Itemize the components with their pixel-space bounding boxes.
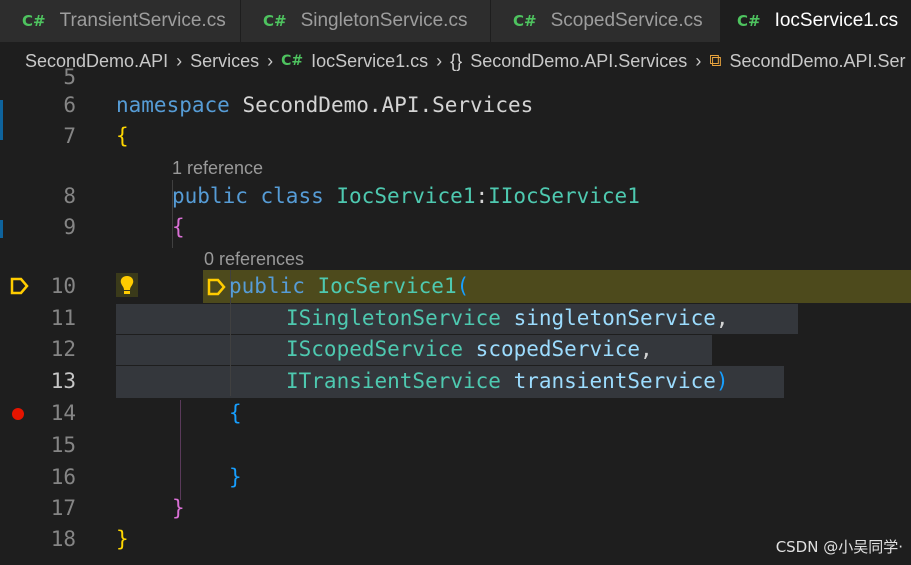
csharp-file-icon: C# [22,12,46,30]
code-line-15: 15 [50,433,76,457]
tab-label: SingletonService.cs [300,10,468,31]
code-line-16: 16 } [50,465,242,489]
csharp-file-icon: C# [513,12,537,30]
code-editor[interactable]: 5 6 namespace SecondDemo.API.Services 7 … [0,65,911,565]
debug-step-arrow-icon [10,277,30,299]
debug-step-arrow-icon [207,278,227,300]
csharp-file-icon: C# [737,12,761,30]
breakpoint-icon[interactable] [12,408,24,420]
code-line-10: 10 public IocService1( [0,271,911,302]
tab-label: TransientService.cs [59,10,226,31]
csharp-file-icon: C# [263,12,287,30]
editor-tab-bar: C# TransientService.cs C# SingletonServi… [0,0,911,42]
code-line-12: 12 IScopedService scopedService, [50,337,653,361]
tab-ioc-service1[interactable]: C# IocService1.cs ✕ [721,0,911,42]
tab-label: ScopedService.cs [550,10,703,31]
codelens-references[interactable]: 0 references [204,249,304,269]
code-line-17: 17 } [50,496,185,520]
codelens-references[interactable]: 1 reference [172,158,263,178]
code-line-7: 7 { [63,124,129,148]
code-line-13: 13 ITransientService transientService) [50,369,729,393]
tab-label: IocService1.cs [774,10,899,31]
lightbulb-icon[interactable] [116,273,138,297]
tab-scoped-service[interactable]: C# ScopedService.cs [491,0,721,42]
tab-singleton-service[interactable]: C# SingletonService.cs [241,0,491,42]
watermark: CSDN @小吴同学· [775,538,903,556]
code-line-8: 8 public class IocService1:IIocService1 [63,184,640,208]
code-line-9: 9 { [63,215,185,239]
code-line-5: 5 [63,65,76,89]
code-line-11: 11 ISingletonService singletonService, [50,306,729,330]
code-line-14: 14 { [0,398,911,429]
code-line-6: 6 namespace SecondDemo.API.Services [63,93,534,117]
code-line-18: 18 } [50,527,129,551]
tab-transient-service[interactable]: C# TransientService.cs [0,0,241,42]
